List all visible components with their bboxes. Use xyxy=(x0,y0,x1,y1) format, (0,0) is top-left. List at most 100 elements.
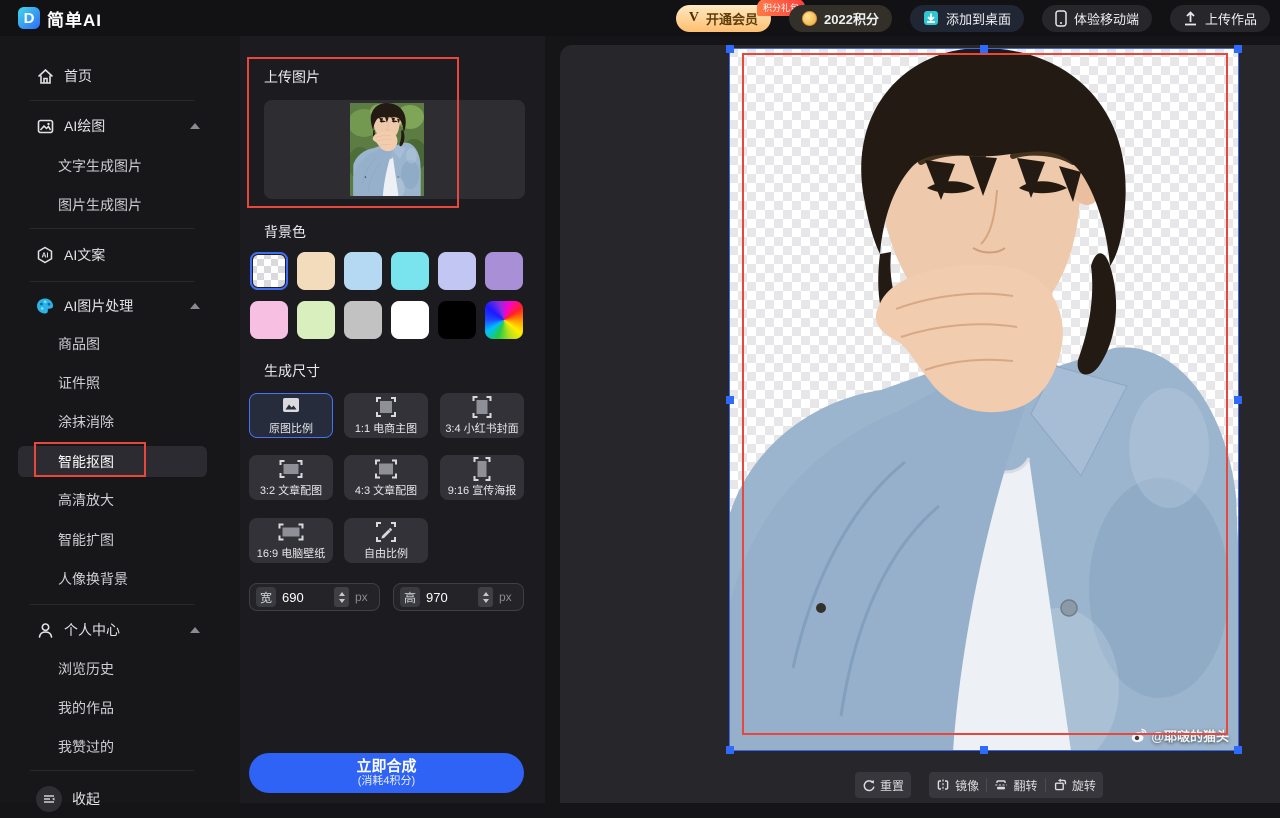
home-icon xyxy=(36,67,54,85)
handle-top-mid[interactable] xyxy=(980,45,988,53)
sidebar-item-home[interactable]: 首页 xyxy=(0,57,240,95)
handle-mid-right[interactable] xyxy=(1234,396,1242,404)
ai-image-process-icon xyxy=(36,297,54,315)
sidebar-item-history[interactable]: 浏览历史 xyxy=(0,650,240,688)
width-input[interactable] xyxy=(282,590,328,605)
swatch-pink[interactable] xyxy=(250,301,288,339)
sidebar-item-label: 高清放大 xyxy=(58,490,114,510)
swatch-white[interactable] xyxy=(391,301,429,339)
stepper-down-icon[interactable] xyxy=(483,599,489,603)
rotate-button[interactable]: 旋转 xyxy=(1046,772,1103,798)
handle-top-left[interactable] xyxy=(726,45,734,53)
swatch-cyan[interactable] xyxy=(391,252,429,290)
stepper-up-icon[interactable] xyxy=(339,592,345,596)
caret-up-icon[interactable] xyxy=(190,627,200,633)
sidebar-item-id-photo[interactable]: 证件照 xyxy=(0,364,240,402)
swatch-light-green[interactable] xyxy=(297,301,335,339)
width-stepper[interactable] xyxy=(334,587,349,607)
transform-toolbar: 镜像 翻转 旋转 xyxy=(929,772,1103,798)
sidebar-item-liked[interactable]: 我赞过的 xyxy=(0,728,240,766)
generate-cost-label: (消耗4积分) xyxy=(358,775,415,788)
sidebar-item-label: 涂抹消除 xyxy=(58,412,114,432)
flip-label: 翻转 xyxy=(1013,777,1037,794)
crop-4-3-icon xyxy=(371,457,401,481)
size-original-ratio[interactable]: 原图比例 xyxy=(249,393,333,438)
upload-work-button[interactable]: 上传作品 xyxy=(1170,5,1270,32)
sidebar-item-hd-upscale[interactable]: 高清放大 xyxy=(0,481,240,519)
ai-copy-icon: AI xyxy=(36,246,54,264)
swatch-gray[interactable] xyxy=(344,301,382,339)
sidebar-item-product-image[interactable]: 商品图 xyxy=(0,325,240,363)
mobile-app-button[interactable]: 体验移动端 xyxy=(1042,5,1152,32)
sidebar-group-ai-copy[interactable]: AI AI文案 xyxy=(0,236,240,274)
sidebar-group-label: AI文案 xyxy=(64,245,105,265)
generate-button[interactable]: 立即合成 (消耗4积分) xyxy=(249,753,524,793)
sidebar-item-smart-expand[interactable]: 智能扩图 xyxy=(0,521,240,559)
height-input[interactable] xyxy=(426,590,472,605)
divider xyxy=(30,281,194,282)
sidebar-group-personal[interactable]: 个人中心 xyxy=(0,611,240,649)
sidebar-item-text2img[interactable]: 文字生成图片 xyxy=(0,147,240,185)
size-16-9[interactable]: 16:9 电脑壁纸 xyxy=(249,518,333,563)
sidebar-collapse-button[interactable]: 收起 xyxy=(0,780,240,818)
stepper-up-icon[interactable] xyxy=(483,592,489,596)
crop-9-16-icon xyxy=(467,457,497,481)
sidebar-item-label: 商品图 xyxy=(58,334,100,354)
sidebar-group-ai-image[interactable]: AI图片处理 xyxy=(0,287,240,325)
transparent-canvas[interactable]: @耶啵的猫头 xyxy=(729,48,1239,751)
stepper-down-icon[interactable] xyxy=(339,599,345,603)
upload-image-dropzone[interactable] xyxy=(264,100,525,199)
swatch-black[interactable] xyxy=(438,301,476,339)
swatch-transparent[interactable] xyxy=(250,252,288,290)
mirror-button[interactable]: 镜像 xyxy=(929,772,986,798)
caret-up-icon[interactable] xyxy=(190,303,200,309)
size-3-4[interactable]: 3:4 小红书封面 xyxy=(440,393,524,438)
settings-panel: 上传图片 背景色 生成尺寸 xyxy=(240,36,545,803)
sidebar-item-label: 首页 xyxy=(64,66,92,86)
sidebar-item-img2img[interactable]: 图片生成图片 xyxy=(0,186,240,224)
swatch-purple[interactable] xyxy=(485,252,523,290)
handle-bottom-left[interactable] xyxy=(726,746,734,754)
width-unit: px xyxy=(355,590,368,604)
sidebar-item-portrait-bg[interactable]: 人像换背景 xyxy=(0,560,240,598)
size-4-3[interactable]: 4:3 文章配图 xyxy=(344,455,428,500)
sidebar-item-my-works[interactable]: 我的作品 xyxy=(0,689,240,727)
size-free-ratio[interactable]: 自由比例 xyxy=(344,518,428,563)
divider xyxy=(30,604,194,605)
handle-bottom-right[interactable] xyxy=(1234,746,1242,754)
topbar-actions: V 开通会员 积分礼包 2022积分 添加到桌面 体验移动端 xyxy=(676,5,1280,32)
rotate-icon xyxy=(1053,778,1067,792)
swatch-light-blue[interactable] xyxy=(344,252,382,290)
sidebar-item-label: 我的作品 xyxy=(58,698,114,718)
swatch-rainbow[interactable] xyxy=(485,301,523,339)
add-to-desktop-button[interactable]: 添加到桌面 xyxy=(910,5,1024,32)
caret-up-icon[interactable] xyxy=(190,123,200,129)
selection-frame xyxy=(729,48,1239,751)
sidebar-group-ai-draw[interactable]: AI绘图 xyxy=(0,107,240,145)
sidebar-item-smart-cutout[interactable]: 智能抠图 xyxy=(18,446,207,477)
width-field: 宽 px xyxy=(249,583,380,611)
handle-bottom-mid[interactable] xyxy=(980,746,988,754)
app-logo[interactable]: D 简单AI xyxy=(0,6,102,31)
size-1-1[interactable]: 1:1 电商主图 xyxy=(344,393,428,438)
sidebar-group-label: 个人中心 xyxy=(64,620,120,640)
swatch-lavender[interactable] xyxy=(438,252,476,290)
flip-icon xyxy=(994,778,1008,792)
swatch-peach[interactable] xyxy=(297,252,335,290)
flip-button[interactable]: 翻转 xyxy=(987,772,1044,798)
logo-icon: D xyxy=(18,7,40,29)
sidebar-item-erase[interactable]: 涂抹消除 xyxy=(0,403,240,441)
topbar: D 简单AI V 开通会员 积分礼包 2022积分 添加到桌面 xyxy=(0,0,1280,36)
height-stepper[interactable] xyxy=(478,587,493,607)
size-9-16[interactable]: 9:16 宣传海报 xyxy=(440,455,524,500)
size-3-2[interactable]: 3:2 文章配图 xyxy=(249,455,333,500)
reset-button[interactable]: 重置 xyxy=(855,772,911,798)
uploaded-image-thumbnail[interactable] xyxy=(350,103,424,196)
original-ratio-icon xyxy=(276,395,306,419)
points-button[interactable]: 2022积分 xyxy=(789,5,892,32)
collapse-icon xyxy=(36,786,62,812)
handle-top-right[interactable] xyxy=(1234,45,1242,53)
handle-mid-left[interactable] xyxy=(726,396,734,404)
open-vip-button[interactable]: V 开通会员 积分礼包 xyxy=(676,5,771,32)
sidebar-item-label: 图片生成图片 xyxy=(58,195,142,215)
